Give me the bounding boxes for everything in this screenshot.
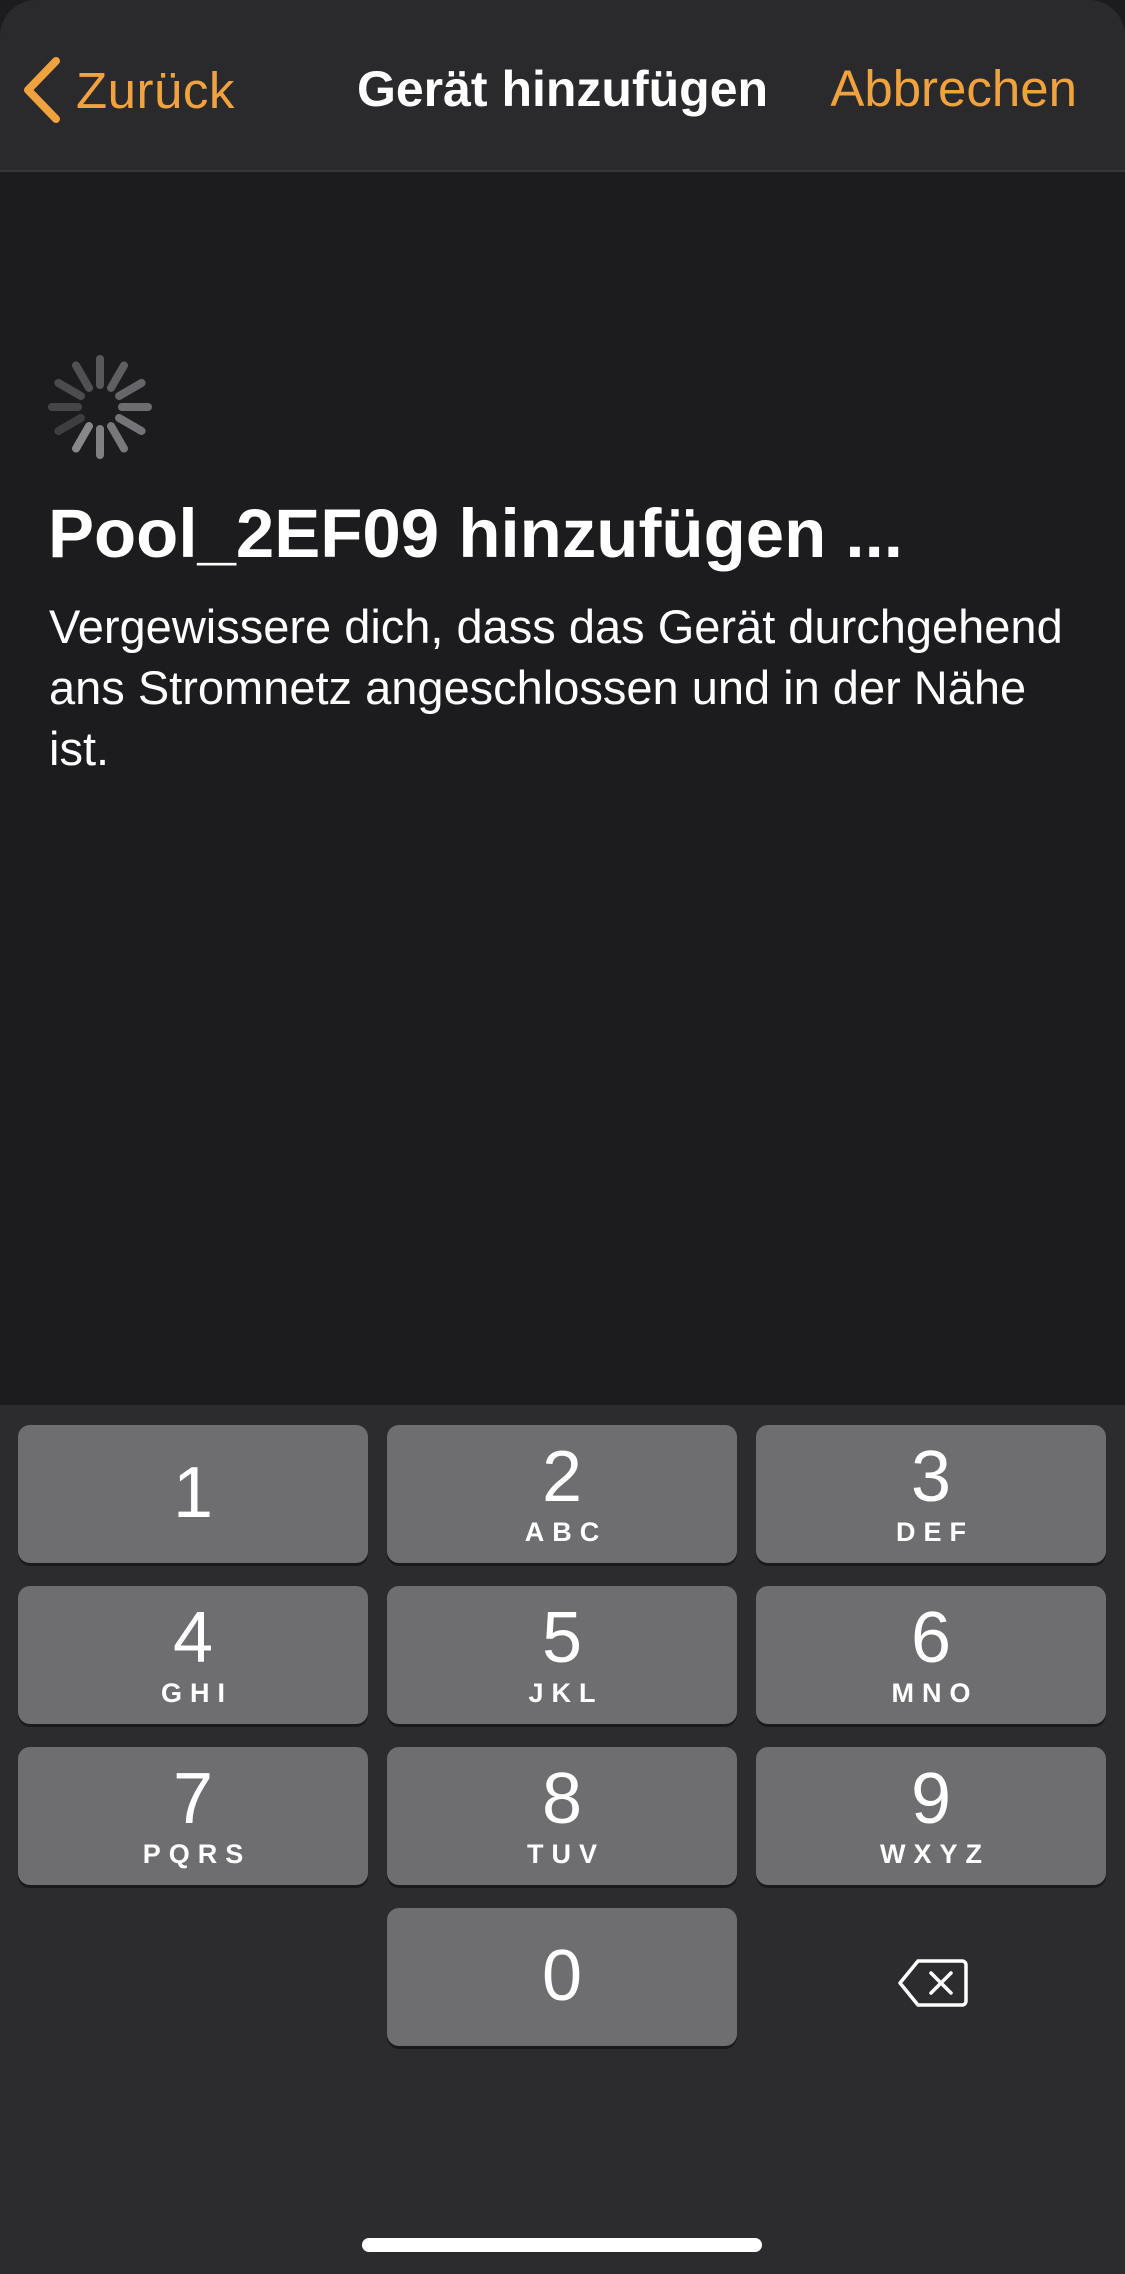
key-digit: 5 bbox=[541, 1598, 583, 1678]
add-device-screen: Zurück Gerät hinzufügen Abbrechen Pool_2… bbox=[0, 0, 1125, 2274]
key-7[interactable]: 7 PQRS bbox=[18, 1747, 368, 1885]
chevron-left-icon bbox=[22, 57, 62, 123]
numeric-keypad: 1 2 ABC 3 DEF 4 GHI 5 JKL 6 MNO 7 PQRS 8… bbox=[0, 1405, 1125, 2274]
back-button[interactable]: Zurück bbox=[22, 50, 235, 130]
key-digit: 9 bbox=[910, 1759, 952, 1839]
home-indicator[interactable] bbox=[362, 2238, 762, 2252]
key-digit: 0 bbox=[541, 1936, 583, 2016]
page-description: Vergewissere dich, dass das Gerät durchg… bbox=[49, 600, 1063, 775]
key-4[interactable]: 4 GHI bbox=[18, 1586, 368, 1724]
key-letters: DEF bbox=[896, 1517, 974, 1547]
key-letters: PQRS bbox=[142, 1839, 252, 1869]
cancel-button[interactable]: Abbrechen bbox=[830, 54, 1077, 124]
key-digit: 4 bbox=[172, 1598, 214, 1678]
key-6[interactable]: 6 MNO bbox=[756, 1586, 1106, 1724]
key-2[interactable]: 2 ABC bbox=[387, 1425, 737, 1563]
key-letters: WXYZ bbox=[880, 1839, 990, 1869]
key-letters: JKL bbox=[528, 1678, 604, 1708]
key-0[interactable]: 0 bbox=[387, 1908, 737, 2046]
nav-title: Gerät hinzufügen bbox=[356, 61, 769, 117]
key-digit: 1 bbox=[172, 1453, 214, 1533]
page-heading: Pool_2EF09 hinzufügen ... bbox=[48, 495, 903, 572]
key-letters: TUV bbox=[527, 1839, 605, 1869]
key-8[interactable]: 8 TUV bbox=[387, 1747, 737, 1885]
key-digit: 3 bbox=[910, 1437, 952, 1517]
key-9[interactable]: 9 WXYZ bbox=[756, 1747, 1106, 1885]
delete-key[interactable] bbox=[758, 1916, 1108, 2054]
loading-spinner-icon bbox=[48, 355, 152, 459]
key-letters: GHI bbox=[160, 1678, 233, 1708]
key-letters: MNO bbox=[891, 1678, 979, 1708]
navigation-bar: Zurück Gerät hinzufügen Abbrechen bbox=[0, 0, 1125, 172]
key-digit: 6 bbox=[910, 1598, 952, 1678]
key-digit: 7 bbox=[172, 1759, 214, 1839]
key-3[interactable]: 3 DEF bbox=[756, 1425, 1106, 1563]
key-letters: ABC bbox=[524, 1517, 608, 1547]
delete-backspace-icon bbox=[898, 1958, 968, 2013]
key-1[interactable]: 1 bbox=[18, 1425, 368, 1563]
key-digit: 8 bbox=[541, 1759, 583, 1839]
key-digit: 2 bbox=[541, 1437, 583, 1517]
back-button-label: Zurück bbox=[76, 61, 235, 119]
key-5[interactable]: 5 JKL bbox=[387, 1586, 737, 1724]
